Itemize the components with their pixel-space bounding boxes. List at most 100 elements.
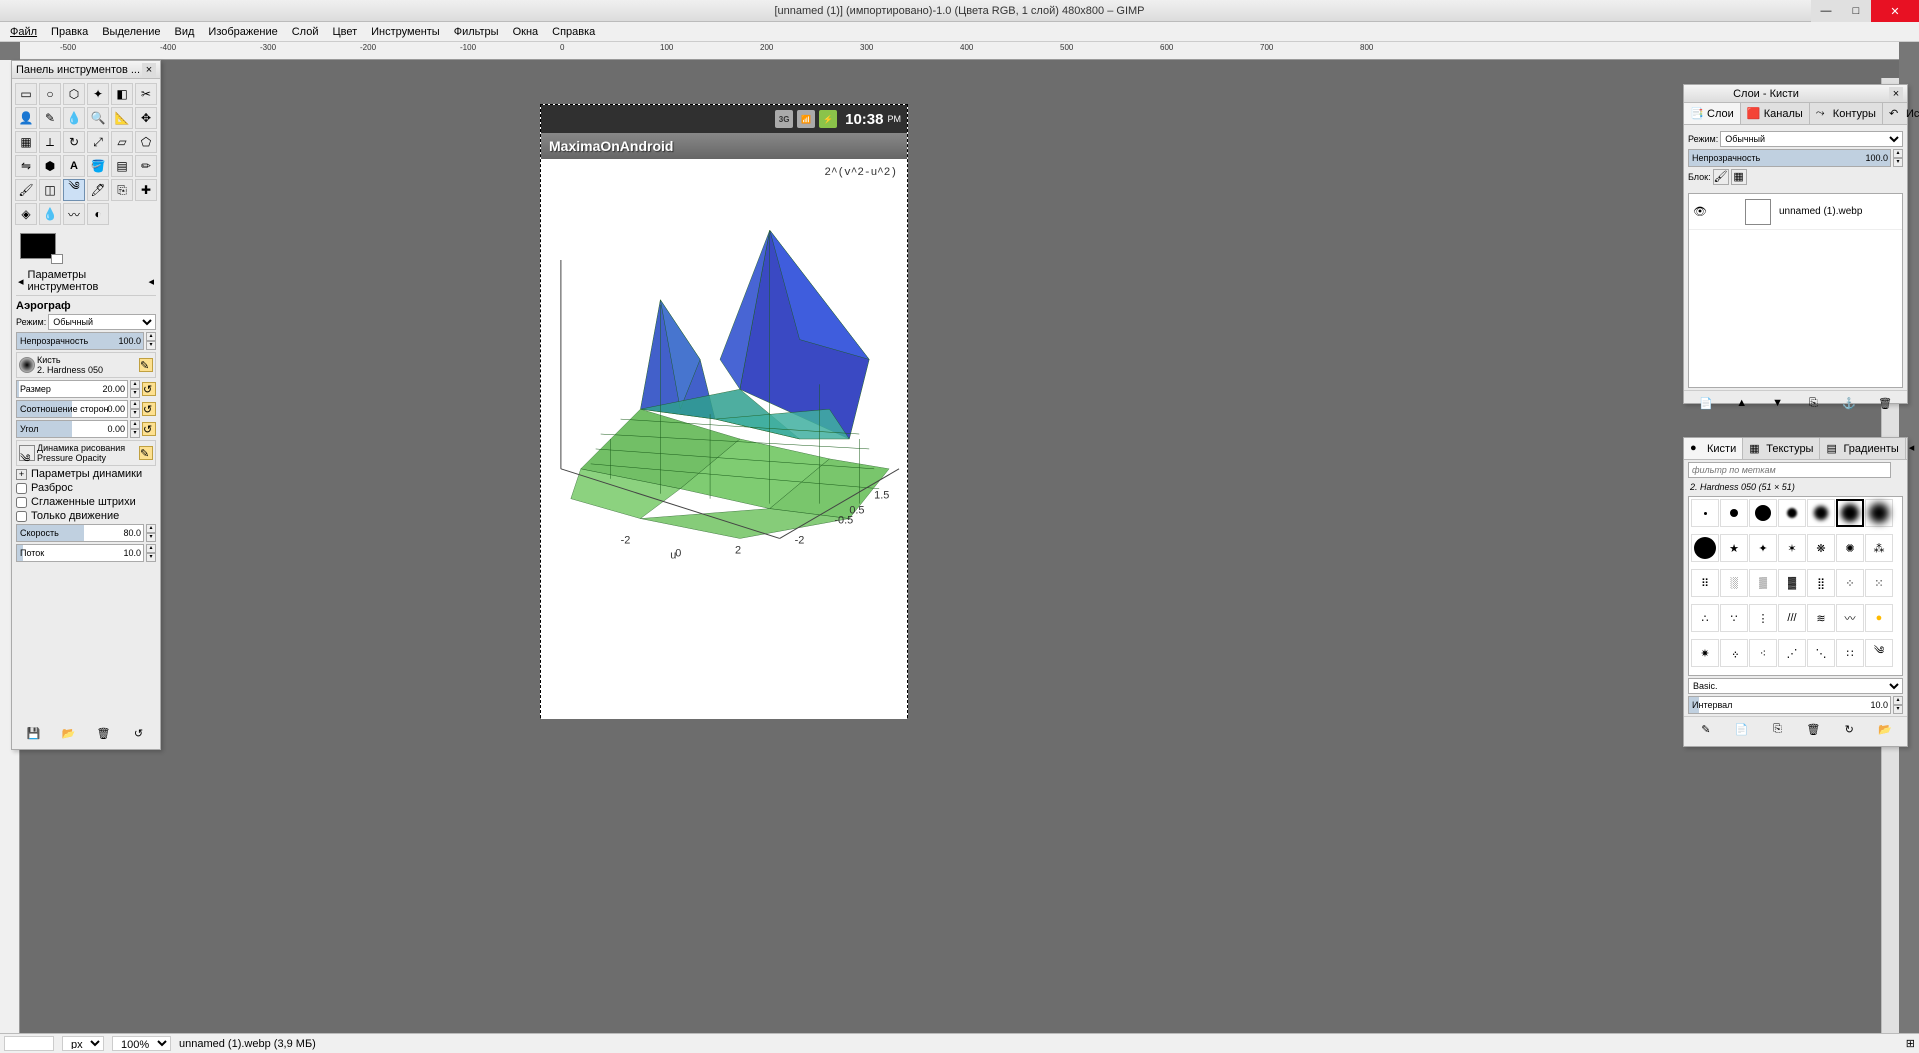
tool-zoom[interactable]: 🔍 — [87, 107, 109, 129]
minimize-button[interactable]: — — [1811, 0, 1841, 22]
ruler-horizontal[interactable]: -500 -400 -300 -200 -100 0 100 200 300 4… — [20, 42, 1899, 60]
brush-item[interactable]: ▒ — [1749, 569, 1777, 597]
tool-smudge[interactable]: 〰 — [63, 203, 85, 225]
brush-item[interactable]: ⣿ — [1807, 569, 1835, 597]
maximize-button[interactable]: □ — [1841, 0, 1871, 22]
duplicate-layer-icon[interactable]: ⎘ — [1805, 395, 1821, 411]
brush-preset-select[interactable]: Basic. — [1688, 678, 1903, 694]
menu-view[interactable]: Вид — [169, 24, 201, 40]
layer-opacity-slider[interactable]: Непрозрачность 100.0 — [1688, 149, 1891, 167]
brush-item[interactable]: ● — [1865, 604, 1893, 632]
load-preset-icon[interactable]: 📂 — [61, 725, 77, 741]
brush-item[interactable]: ⁂ — [1865, 534, 1893, 562]
spin-down[interactable]: ▾ — [146, 341, 156, 350]
brush-item[interactable]: ✦ — [1749, 534, 1777, 562]
angle-slider[interactable]: Угол 0.00 — [16, 420, 128, 438]
size-slider[interactable]: Размер 20.00 — [16, 380, 128, 398]
tool-clone[interactable]: ⎘ — [111, 179, 133, 201]
brush-item[interactable] — [1865, 499, 1893, 527]
zoom-select[interactable]: 100% — [112, 1036, 171, 1051]
menu-file[interactable]: Файл — [4, 24, 43, 40]
layer-list[interactable]: 👁 unnamed (1).webp — [1688, 193, 1903, 388]
menu-edit[interactable]: Правка — [45, 24, 94, 40]
delete-layer-icon[interactable]: 🗑 — [1877, 395, 1893, 411]
tool-eraser[interactable]: ◫ — [39, 179, 61, 201]
tool-scale[interactable]: ⤢ — [87, 131, 109, 153]
brush-item[interactable] — [1720, 499, 1748, 527]
tool-move[interactable]: ✥ — [135, 107, 157, 129]
unit-select[interactable]: px — [62, 1036, 104, 1051]
brush-item[interactable]: ❋ — [1807, 534, 1835, 562]
toolbox-title[interactable]: Панель инструментов ... × — [12, 61, 160, 79]
brush-item[interactable]: ★ — [1720, 534, 1748, 562]
tool-color-select[interactable]: ◧ — [111, 83, 133, 105]
tool-shear[interactable]: ▱ — [111, 131, 133, 153]
interval-slider[interactable]: Интервал 10.0 — [1688, 696, 1891, 714]
tool-rect-select[interactable]: ▭ — [15, 83, 37, 105]
brush-item[interactable]: ⁙ — [1865, 569, 1893, 597]
new-layer-icon[interactable]: 📄 — [1698, 395, 1714, 411]
menu-tools[interactable]: Инструменты — [365, 24, 446, 40]
tool-ellipse-select[interactable]: ○ — [39, 83, 61, 105]
brush-item[interactable]: ༄ — [1865, 639, 1893, 667]
tab-history[interactable]: ↶История — [1883, 103, 1919, 124]
layer-row[interactable]: 👁 unnamed (1).webp — [1689, 194, 1902, 230]
lower-layer-icon[interactable]: ▼ — [1770, 395, 1786, 411]
brush-item[interactable]: ░ — [1720, 569, 1748, 597]
color-swatch[interactable] — [20, 233, 56, 259]
anchor-layer-icon[interactable]: ⚓ — [1841, 395, 1857, 411]
duplicate-brush-icon[interactable]: ⎘ — [1770, 721, 1786, 737]
brush-item[interactable]: ✺ — [1836, 534, 1864, 562]
tool-perspective[interactable]: ⬠ — [135, 131, 157, 153]
canvas-background[interactable] — [20, 60, 1899, 1033]
brush-item[interactable]: ∷ — [1836, 639, 1864, 667]
aspect-slider[interactable]: Соотношение сторон 0.00 — [16, 400, 128, 418]
canvas-image[interactable]: 3G 📶 ⚡ 10:38 PM MaximaOnAndroid 2^(v^2-u… — [540, 104, 908, 718]
reset-icon[interactable]: ↺ — [142, 402, 156, 416]
tool-flip[interactable]: ⇋ — [15, 155, 37, 177]
menu-help[interactable]: Справка — [546, 24, 601, 40]
tool-paths[interactable]: ✎ — [39, 107, 61, 129]
layer-name[interactable]: unnamed (1).webp — [1779, 206, 1862, 217]
brush-item[interactable] — [1836, 499, 1864, 527]
brush-item[interactable] — [1749, 499, 1777, 527]
brush-item[interactable]: ᠅ — [1720, 639, 1748, 667]
scatter-checkbox[interactable] — [16, 483, 27, 494]
delete-brush-icon[interactable]: 🗑 — [1805, 721, 1821, 737]
menu-windows[interactable]: Окна — [507, 24, 545, 40]
tool-cage[interactable]: ⬢ — [39, 155, 61, 177]
nav-button[interactable]: ⊞ — [1906, 1037, 1915, 1050]
lock-alpha-icon[interactable]: ▦ — [1731, 169, 1747, 185]
tool-airbrush[interactable]: ༄ — [63, 179, 85, 201]
brush-item[interactable]: ⋮ — [1749, 604, 1777, 632]
tool-color-picker[interactable]: 💧 — [63, 107, 85, 129]
brush-item[interactable]: ⋰ — [1778, 639, 1806, 667]
motion-checkbox[interactable] — [16, 511, 27, 522]
brush-item[interactable] — [1807, 499, 1835, 527]
lock-pixels-icon[interactable]: 🖌 — [1713, 169, 1729, 185]
refresh-brush-icon[interactable]: ↻ — [1841, 721, 1857, 737]
tab-gradients[interactable]: ▤Градиенты — [1820, 438, 1905, 459]
tool-dodge[interactable]: ◐ — [87, 203, 109, 225]
tool-pencil[interactable]: ✏ — [135, 155, 157, 177]
close-icon[interactable]: × — [1889, 87, 1903, 101]
menu-select[interactable]: Выделение — [96, 24, 166, 40]
brush-item[interactable]: ∵ — [1720, 604, 1748, 632]
menu-filters[interactable]: Фильтры — [448, 24, 505, 40]
raise-layer-icon[interactable]: ▲ — [1734, 395, 1750, 411]
tool-blend[interactable]: ▤ — [111, 155, 133, 177]
brush-item[interactable]: ▓ — [1778, 569, 1806, 597]
brush-item[interactable]: /// — [1778, 604, 1806, 632]
new-brush-icon[interactable]: 📄 — [1734, 721, 1750, 737]
menu-image[interactable]: Изображение — [202, 24, 283, 40]
tab-channels[interactable]: 🟥Каналы — [1741, 103, 1810, 124]
brush-item[interactable]: ⁘ — [1836, 569, 1864, 597]
brush-item[interactable]: ⁖ — [1749, 639, 1777, 667]
tool-bucket[interactable]: 🪣 — [87, 155, 109, 177]
brush-item[interactable]: ⋱ — [1807, 639, 1835, 667]
tab-layers[interactable]: 📑Слои — [1684, 103, 1741, 124]
tool-fuzzy-select[interactable]: ✦ — [87, 83, 109, 105]
brush-item[interactable]: 〰 — [1836, 604, 1864, 632]
brush-item[interactable] — [1691, 499, 1719, 527]
dynamics-edit-icon[interactable]: ✎ — [139, 446, 153, 460]
